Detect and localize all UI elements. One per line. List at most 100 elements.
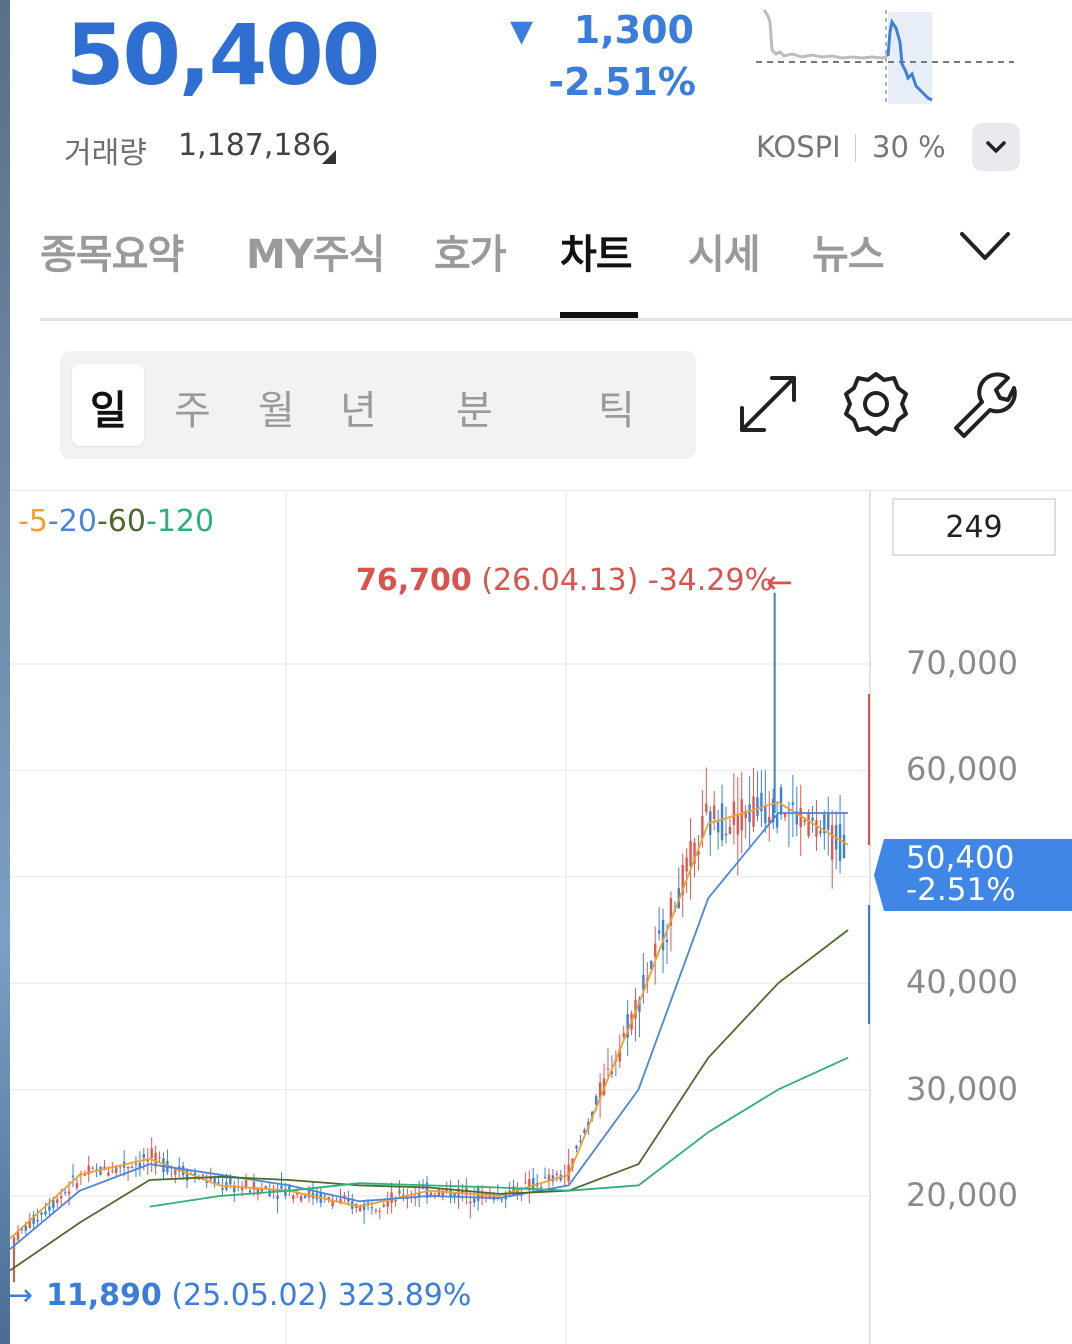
max-pct: -34.29% <box>647 563 774 598</box>
candle-body <box>547 1174 551 1181</box>
candle-body <box>370 1207 374 1209</box>
candle-body <box>764 805 767 824</box>
candle-body <box>75 1183 79 1188</box>
candle-body <box>736 814 739 835</box>
candle-body <box>724 833 728 836</box>
candle-body <box>827 814 830 830</box>
candle-body <box>811 817 814 821</box>
current-price-badge-value: 50,400 <box>906 840 1015 876</box>
candle-body <box>158 1157 161 1159</box>
y-tick-40000: 40,000 <box>906 963 1018 1001</box>
candle-body <box>752 796 755 827</box>
candle-body <box>579 1140 582 1142</box>
min-arrow-icon: → <box>8 1278 34 1313</box>
candle-body <box>473 1198 476 1203</box>
candle-body <box>56 1199 59 1203</box>
candle-body <box>791 802 795 805</box>
candle-body <box>622 1033 625 1037</box>
max-price: 76,700 <box>356 563 472 598</box>
candle-body <box>323 1195 326 1197</box>
candle-body <box>803 820 806 822</box>
candle-body <box>48 1206 51 1211</box>
candle-body <box>748 804 751 822</box>
candle-body <box>500 1199 503 1201</box>
candle-body <box>807 812 810 836</box>
candle-body <box>665 939 669 943</box>
candle-body <box>524 1182 527 1184</box>
candle-body <box>331 1200 334 1207</box>
candle-body <box>201 1174 205 1176</box>
candle-body <box>91 1168 94 1170</box>
candle-body <box>67 1191 71 1195</box>
candle-body <box>819 830 822 834</box>
y-tick-20000: 20,000 <box>906 1176 1018 1214</box>
candle-body <box>398 1190 401 1194</box>
min-price-annotation: 11,890 (25.05.02) 323.89% <box>46 1278 471 1313</box>
candle-body <box>760 792 763 812</box>
ma-legend-20: -20 <box>47 504 97 539</box>
candle-body <box>240 1188 244 1191</box>
candle-body <box>437 1189 441 1197</box>
min-date: (25.05.02) <box>171 1278 329 1313</box>
y-tick-60000: 60,000 <box>906 750 1018 788</box>
candle-body <box>469 1201 472 1204</box>
candle-body <box>838 823 842 862</box>
candle-body <box>378 1210 382 1212</box>
min-price: 11,890 <box>46 1278 162 1313</box>
chart-grid <box>10 492 870 1344</box>
candle-body <box>390 1192 393 1203</box>
candle-body <box>276 1195 279 1199</box>
candle-body <box>126 1166 130 1169</box>
candle-body <box>685 857 688 872</box>
candle-body <box>40 1212 43 1215</box>
candle-body <box>63 1192 67 1194</box>
candle-body <box>657 930 661 934</box>
candle-body <box>728 826 732 835</box>
candle-body <box>756 797 759 816</box>
ma-legend-60: -60 <box>96 504 146 539</box>
candle-body <box>52 1199 55 1209</box>
candle-body <box>606 1068 610 1070</box>
candle-body <box>716 821 720 833</box>
candle-body <box>60 1196 63 1199</box>
candle-body <box>705 803 708 813</box>
candle-body <box>174 1169 177 1175</box>
candle-body <box>712 805 716 820</box>
ma-legend: -5-20-60-120 <box>18 504 214 539</box>
moving-averages <box>9 801 849 1272</box>
candle-body <box>732 801 736 825</box>
candle-body <box>130 1166 134 1169</box>
candle-body <box>134 1163 138 1165</box>
candle-body <box>720 803 724 841</box>
candle-body <box>229 1178 232 1185</box>
candle-body <box>543 1176 547 1178</box>
candle-body <box>24 1226 28 1231</box>
candle-body <box>779 787 783 815</box>
candle-body <box>107 1172 110 1176</box>
min-pct: 323.89% <box>337 1278 472 1313</box>
candle-body <box>71 1175 75 1177</box>
candle-body <box>740 799 743 831</box>
candle-body <box>653 943 657 957</box>
current-price-badge-pct: -2.51% <box>906 872 1016 908</box>
y-tick-30000: 30,000 <box>906 1070 1018 1108</box>
ma-legend-5: -5 <box>18 504 48 539</box>
candle-body <box>280 1185 283 1189</box>
candle-body <box>575 1145 578 1149</box>
max-arrow-icon: ← <box>766 563 793 601</box>
candle-body <box>248 1190 252 1193</box>
visible-count-box[interactable]: 249 <box>892 498 1056 556</box>
candle-body <box>303 1195 307 1198</box>
ma-legend-120: -120 <box>145 504 215 539</box>
candles <box>12 592 846 1283</box>
candle-body <box>366 1202 370 1204</box>
candle-body <box>36 1219 39 1222</box>
candle-body <box>394 1199 397 1202</box>
candle-body <box>221 1187 224 1190</box>
y-tick-70000: 70,000 <box>906 644 1018 682</box>
candle-body <box>217 1181 220 1184</box>
candle-body <box>111 1170 114 1172</box>
candle-body <box>689 840 692 867</box>
candle-body <box>374 1210 378 1212</box>
candle-body <box>44 1211 47 1215</box>
